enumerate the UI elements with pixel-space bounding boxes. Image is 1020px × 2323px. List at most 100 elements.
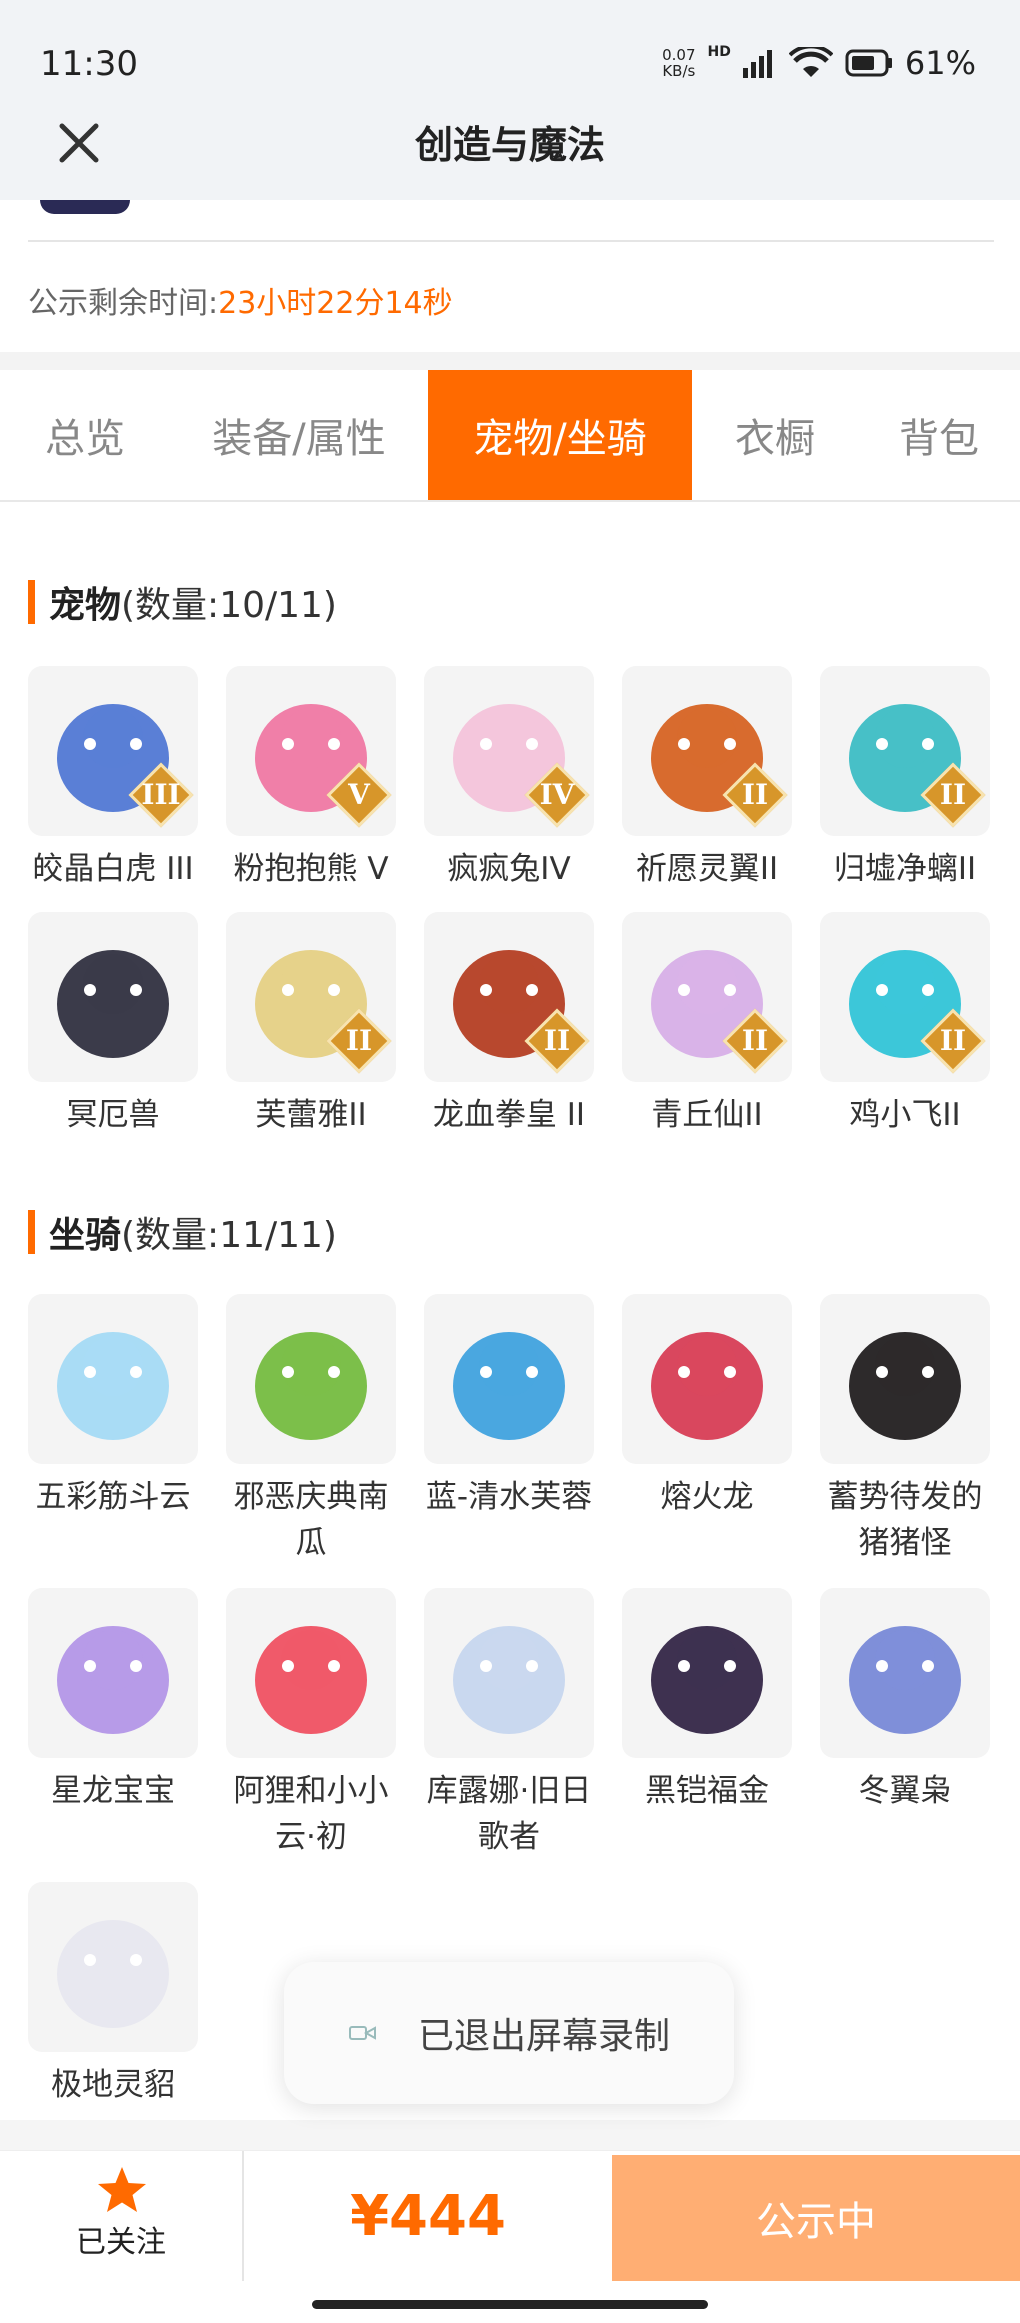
item-thumbnail: II: [424, 912, 594, 1082]
section-separator: [0, 352, 1020, 370]
item-thumbnail: [28, 1882, 198, 2052]
bottom-separator: [0, 2120, 1020, 2150]
tab-backpack[interactable]: 背包: [858, 370, 1020, 500]
status-icons: 0.07 KB/s HD 61%: [662, 44, 976, 82]
follow-label: 已关注: [76, 2225, 166, 2260]
home-indicator[interactable]: [312, 2300, 708, 2309]
item-name: 祈愿灵翼II: [635, 851, 779, 887]
item-thumbnail: [820, 1588, 990, 1758]
creature-image: [453, 1626, 565, 1734]
item-thumbnail: [28, 1588, 198, 1758]
timer-value: 23小时22分14秒: [218, 286, 453, 321]
pet-item[interactable]: II 青丘仙II: [622, 912, 792, 1138]
mount-item[interactable]: 阿狸和小小云·初: [226, 1588, 396, 1860]
level-badge-text: II: [939, 778, 967, 811]
pet-item[interactable]: II 归墟净螭II: [820, 666, 990, 892]
pet-item[interactable]: II 龙血拳皇 II: [424, 912, 594, 1138]
creature-image: [651, 1332, 763, 1440]
item-name: 五彩筋斗云: [35, 1479, 191, 1515]
tab-pets-mounts[interactable]: 宠物/坐骑: [428, 370, 692, 500]
tab-equipment[interactable]: 装备/属性: [170, 370, 428, 500]
follow-button[interactable]: 已关注: [0, 2151, 244, 2281]
star-icon: [98, 2167, 146, 2212]
level-badge-text: III: [141, 778, 181, 811]
item-name: 极地灵貂: [51, 2067, 175, 2103]
level-badge-text: II: [939, 1024, 967, 1057]
pet-item[interactable]: III 皎晶白虎 III: [28, 666, 198, 892]
level-badge-text: II: [345, 1024, 373, 1057]
cellular-signal-icon: [742, 50, 772, 78]
creature-image: [849, 1626, 961, 1734]
mount-item[interactable]: 五彩筋斗云: [28, 1294, 198, 1520]
item-name: 库露娜·旧日歌者: [426, 1773, 592, 1855]
mount-item[interactable]: 蓝-清水芙蓉: [424, 1294, 594, 1520]
pet-item[interactable]: IV 疯疯兔IV: [424, 666, 594, 892]
pet-item[interactable]: II 祈愿灵翼II: [622, 666, 792, 892]
item-thumbnail: IV: [424, 666, 594, 836]
battery-icon: [845, 49, 892, 77]
toast-notification: 已退出屏幕录制: [284, 1962, 734, 2104]
item-name: 鸡小飞II: [849, 1097, 961, 1133]
mount-item[interactable]: 极地灵貂: [28, 1882, 198, 2108]
item-name: 邪恶庆典南瓜: [233, 1479, 389, 1561]
item-thumbnail: [226, 1294, 396, 1464]
item-name: 疯疯兔IV: [447, 851, 571, 887]
item-name: 龙血拳皇 II: [432, 1097, 586, 1133]
status-button[interactable]: 公示中: [612, 2155, 1020, 2281]
avatar: [40, 200, 130, 214]
section-count: (数量:11/11): [121, 1215, 337, 1256]
section-count: (数量:10/11): [121, 585, 337, 626]
pet-item[interactable]: II 鸡小飞II: [820, 912, 990, 1138]
item-thumbnail: II: [226, 912, 396, 1082]
section-accent-bar: [28, 1210, 35, 1254]
item-name: 归墟净螭II: [833, 851, 977, 887]
item-thumbnail: V: [226, 666, 396, 836]
tab-wardrobe[interactable]: 衣橱: [692, 370, 858, 500]
toast-text: 已退出屏幕录制: [417, 2016, 670, 2057]
item-thumbnail: [622, 1294, 792, 1464]
mount-item[interactable]: 邪恶庆典南瓜: [226, 1294, 396, 1566]
creature-image: [57, 1626, 169, 1734]
mount-item[interactable]: 库露娜·旧日歌者: [424, 1588, 594, 1860]
status-time: 11:30: [40, 44, 138, 84]
item-name: 粉抱抱熊 V: [233, 851, 389, 887]
pet-item[interactable]: V 粉抱抱熊 V: [226, 666, 396, 892]
pet-item[interactable]: II 芙蕾雅II: [226, 912, 396, 1138]
section-name: 坐骑: [49, 1215, 122, 1256]
creature-image: [453, 1332, 565, 1440]
item-name: 冬翼枭: [858, 1773, 952, 1809]
item-name: 蓄势待发的猪猪怪: [827, 1479, 983, 1561]
creature-image: [849, 1332, 961, 1440]
section-accent-bar: [28, 580, 35, 624]
wifi-icon: [788, 47, 833, 77]
publicity-timer: 公示剩余时间:23小时22分14秒: [28, 278, 453, 322]
level-badge-text: II: [543, 1024, 571, 1057]
mount-item[interactable]: 蓄势待发的猪猪怪: [820, 1294, 990, 1566]
pets-grid: III 皎晶白虎 III V 粉抱抱熊 V IV 疯疯兔IV II 祈愿灵翼II II 归墟净螭I…: [28, 666, 998, 1146]
divider: [28, 240, 994, 242]
creature-image: [57, 1920, 169, 2028]
item-name: 芙蕾雅II: [255, 1097, 367, 1133]
creature-image: [255, 1332, 367, 1440]
creature-image: [57, 950, 169, 1058]
bottom-action-bar: 已关注 ¥444 公示中: [0, 2150, 1020, 2281]
level-badge-text: V: [348, 778, 370, 811]
pet-item[interactable]: 冥厄兽: [28, 912, 198, 1138]
item-name: 青丘仙II: [651, 1097, 763, 1133]
network-type: HD: [707, 44, 731, 60]
item-thumbnail: II: [820, 666, 990, 836]
item-name: 黑铠福金: [645, 1773, 769, 1809]
item-thumbnail: II: [622, 666, 792, 836]
mount-item[interactable]: 星龙宝宝: [28, 1588, 198, 1814]
mount-item[interactable]: 冬翼枭: [820, 1588, 990, 1814]
item-thumbnail: [622, 1588, 792, 1758]
item-thumbnail: [424, 1588, 594, 1758]
item-thumbnail: II: [622, 912, 792, 1082]
item-thumbnail: [820, 1294, 990, 1464]
item-thumbnail: III: [28, 666, 198, 836]
tab-overview[interactable]: 总览: [0, 370, 170, 500]
mount-item[interactable]: 熔火龙: [622, 1294, 792, 1520]
mount-item[interactable]: 黑铠福金: [622, 1588, 792, 1814]
app-header: 创造与魔法: [0, 100, 1020, 200]
item-name: 阿狸和小小云·初: [233, 1773, 389, 1855]
